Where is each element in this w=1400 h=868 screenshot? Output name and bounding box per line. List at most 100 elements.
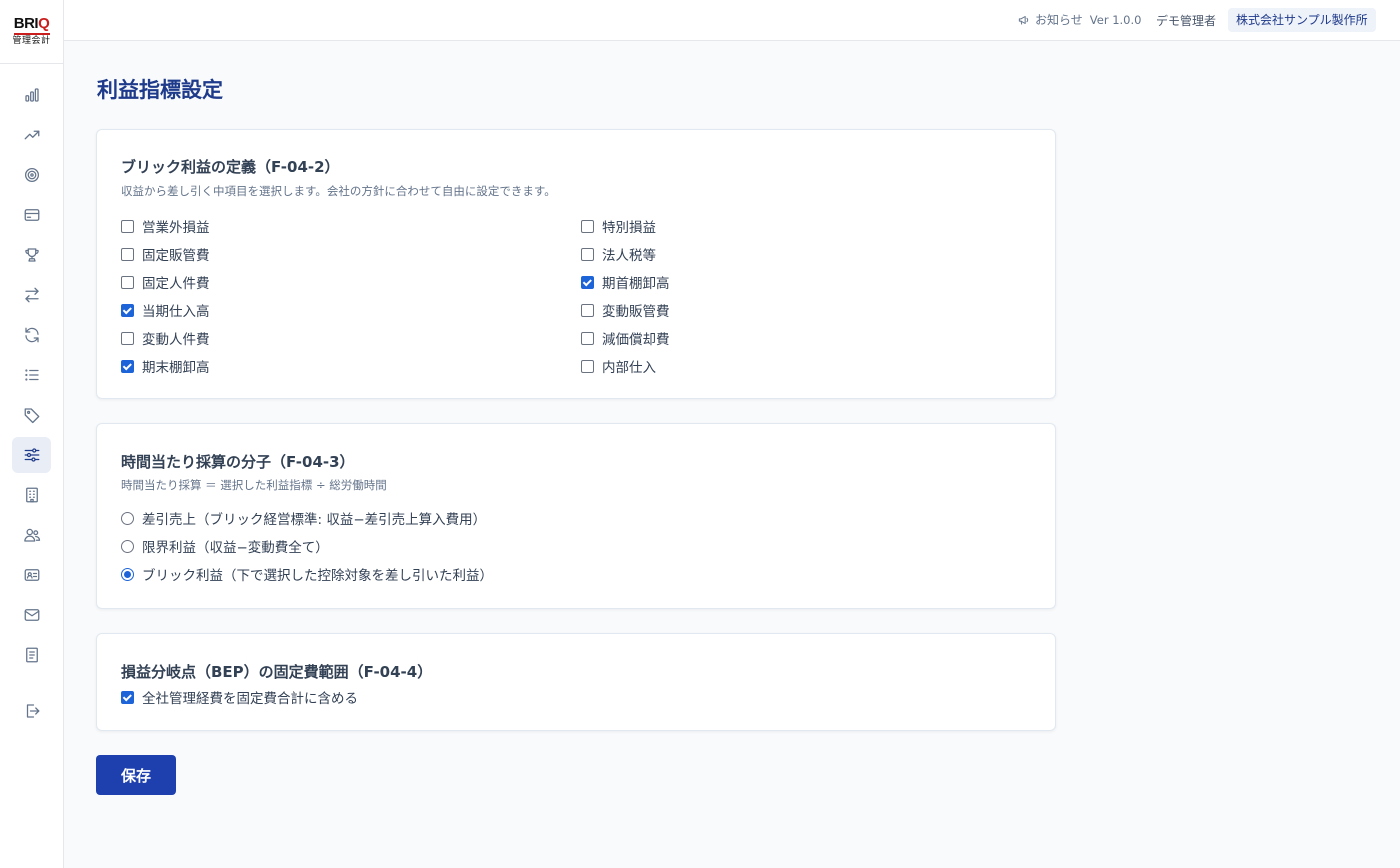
radio-button[interactable] xyxy=(121,511,134,525)
checkbox-label: 期首棚卸高 xyxy=(602,276,670,292)
checkbox-option[interactable]: 当期仕入高 xyxy=(121,300,210,320)
trending-up-icon xyxy=(24,130,39,140)
sidebar: BRIQ 管理会計 xyxy=(0,0,64,868)
company-badge[interactable]: 株式会社サンプル製作所 xyxy=(1228,8,1376,32)
top-bar: お知らせ Ver 1.0.0 デモ管理者 株式会社サンプル製作所 xyxy=(64,0,1400,41)
nav-item-targets[interactable] xyxy=(12,157,51,193)
trophy-icon xyxy=(24,248,39,262)
target-icon xyxy=(24,167,39,183)
page-title: 利益指標設定 xyxy=(97,78,223,102)
megaphone-icon xyxy=(1018,15,1029,25)
list-icon xyxy=(24,369,39,381)
checkbox-option[interactable]: 特別損益 xyxy=(581,216,656,236)
checkbox-label: 特別損益 xyxy=(602,220,656,236)
id-card-icon xyxy=(24,569,39,581)
checkbox-label: 固定人件費 xyxy=(142,276,210,292)
nav-item-tags[interactable] xyxy=(12,397,51,433)
checkbox-option[interactable]: 固定販管費 xyxy=(121,244,210,264)
checkbox[interactable] xyxy=(581,303,594,317)
radio-option[interactable]: ブリック利益（下で選択した控除対象を差し引いた利益） xyxy=(121,564,493,584)
logo[interactable]: BRIQ 管理会計 xyxy=(0,0,63,64)
bep-include-overhead-option[interactable]: 全社管理経費を固定費合計に含める xyxy=(121,687,358,707)
bep-include-overhead-label: 全社管理経費を固定費合計に含める xyxy=(142,691,358,707)
checkbox-option[interactable]: 変動人件費 xyxy=(121,328,210,348)
bep-card: 損益分岐点（BEP）の固定費範囲（F-04-4） 全社管理経費を固定費合計に含め… xyxy=(96,633,1056,731)
radio-option[interactable]: 限界利益（収益−変動費全て） xyxy=(121,536,329,556)
radio-label: ブリック利益（下で選択した控除対象を差し引いた利益） xyxy=(142,568,493,584)
checkbox[interactable] xyxy=(581,219,594,233)
checkbox-option[interactable]: 内部仕入 xyxy=(581,356,656,376)
notice-label: お知らせ xyxy=(1035,13,1083,27)
bep-include-overhead-checkbox[interactable] xyxy=(121,690,134,704)
nav-item-transfers[interactable] xyxy=(12,277,51,313)
radio-option[interactable]: 差引売上（ブリック経営標準: 収益−差引売上算入費用） xyxy=(121,508,486,528)
users-icon xyxy=(23,528,40,542)
hourly-numerator-description: 時間当たり採算 ＝ 選択した利益指標 ÷ 総労働時間 xyxy=(121,478,387,492)
checkbox-label: 当期仕入高 xyxy=(142,304,210,320)
logout-icon xyxy=(26,704,39,718)
nav-item-dashboard[interactable] xyxy=(12,77,51,113)
logo-subtitle: 管理会計 xyxy=(12,35,51,46)
radio-button[interactable] xyxy=(121,567,134,581)
nav-item-sync[interactable] xyxy=(12,317,51,353)
radio-label: 限界利益（収益−変動費全て） xyxy=(142,540,329,556)
checkbox-label: 減価償却費 xyxy=(602,332,670,348)
checkbox-option[interactable]: 減価償却費 xyxy=(581,328,670,348)
checkbox[interactable] xyxy=(581,359,594,373)
arrows-left-right-icon xyxy=(24,287,39,303)
nav-item-departments[interactable] xyxy=(12,477,51,513)
save-button[interactable]: 保存 xyxy=(96,755,176,795)
checkbox-label: 固定販管費 xyxy=(142,248,210,264)
checkbox-option[interactable]: 期首棚卸高 xyxy=(581,272,670,292)
credit-card-icon xyxy=(24,209,39,221)
nav-item-mail[interactable] xyxy=(12,597,51,633)
nav-item-awards[interactable] xyxy=(12,237,51,273)
checkbox[interactable] xyxy=(121,275,134,289)
nav-item-list[interactable] xyxy=(12,357,51,393)
checkbox-option[interactable]: 法人税等 xyxy=(581,244,656,264)
notice-link[interactable]: お知らせ Ver 1.0.0 xyxy=(1017,11,1141,28)
nav-item-trends[interactable] xyxy=(12,117,51,153)
profit-definition-description: 収益から差し引く中項目を選択します。会社の方針に合わせて自由に設定できます。 xyxy=(121,184,556,198)
hourly-numerator-card: 時間当たり採算の分子（F-04-3） 時間当たり採算 ＝ 選択した利益指標 ÷ … xyxy=(96,423,1056,609)
checkbox-label: 変動販管費 xyxy=(602,304,670,320)
checkbox-label: 営業外損益 xyxy=(142,220,210,236)
checkbox-label: 法人税等 xyxy=(602,248,656,264)
radio-label: 差引売上（ブリック経営標準: 収益−差引売上算入費用） xyxy=(142,512,487,528)
user-name[interactable]: デモ管理者 xyxy=(1156,12,1216,29)
radio-button[interactable] xyxy=(121,539,134,553)
checkbox-option[interactable]: 固定人件費 xyxy=(121,272,210,292)
checkbox[interactable] xyxy=(121,247,134,261)
profit-definition-card: ブリック利益の定義（F-04-2） 収益から差し引く中項目を選択します。会社の方… xyxy=(96,129,1056,399)
checkbox[interactable] xyxy=(121,219,134,233)
nav-item-logout[interactable] xyxy=(12,693,51,729)
checkbox-option[interactable]: 変動販管費 xyxy=(581,300,670,320)
building-icon xyxy=(25,487,38,503)
checkbox-label: 期末棚卸高 xyxy=(142,360,210,376)
sliders-icon xyxy=(24,448,39,462)
checkbox-option[interactable]: 期末棚卸高 xyxy=(121,356,210,376)
checkbox-option[interactable]: 営業外損益 xyxy=(121,216,210,236)
ledger-icon xyxy=(25,647,38,663)
checkbox-label: 内部仕入 xyxy=(602,360,656,376)
nav-item-users[interactable] xyxy=(12,517,51,553)
checkbox-label: 変動人件費 xyxy=(142,332,210,348)
checkbox[interactable] xyxy=(581,247,594,261)
nav-item-ledger[interactable] xyxy=(12,637,51,673)
nav-item-employees[interactable] xyxy=(12,557,51,593)
refresh-icon xyxy=(24,327,39,343)
checkbox[interactable] xyxy=(121,303,134,317)
bep-title: 損益分岐点（BEP）の固定費範囲（F-04-4） xyxy=(121,663,433,681)
mail-icon xyxy=(24,609,39,621)
bar-chart-icon xyxy=(24,88,39,102)
tag-icon xyxy=(24,408,39,424)
checkbox[interactable] xyxy=(581,275,594,289)
checkbox[interactable] xyxy=(121,359,134,373)
version-label: Ver 1.0.0 xyxy=(1089,12,1142,27)
logo-mark: BRIQ xyxy=(13,14,50,32)
nav-item-payments[interactable] xyxy=(12,197,51,233)
checkbox[interactable] xyxy=(121,331,134,345)
nav-item-settings[interactable] xyxy=(12,437,51,473)
checkbox[interactable] xyxy=(581,331,594,345)
logo-underline xyxy=(13,32,50,35)
